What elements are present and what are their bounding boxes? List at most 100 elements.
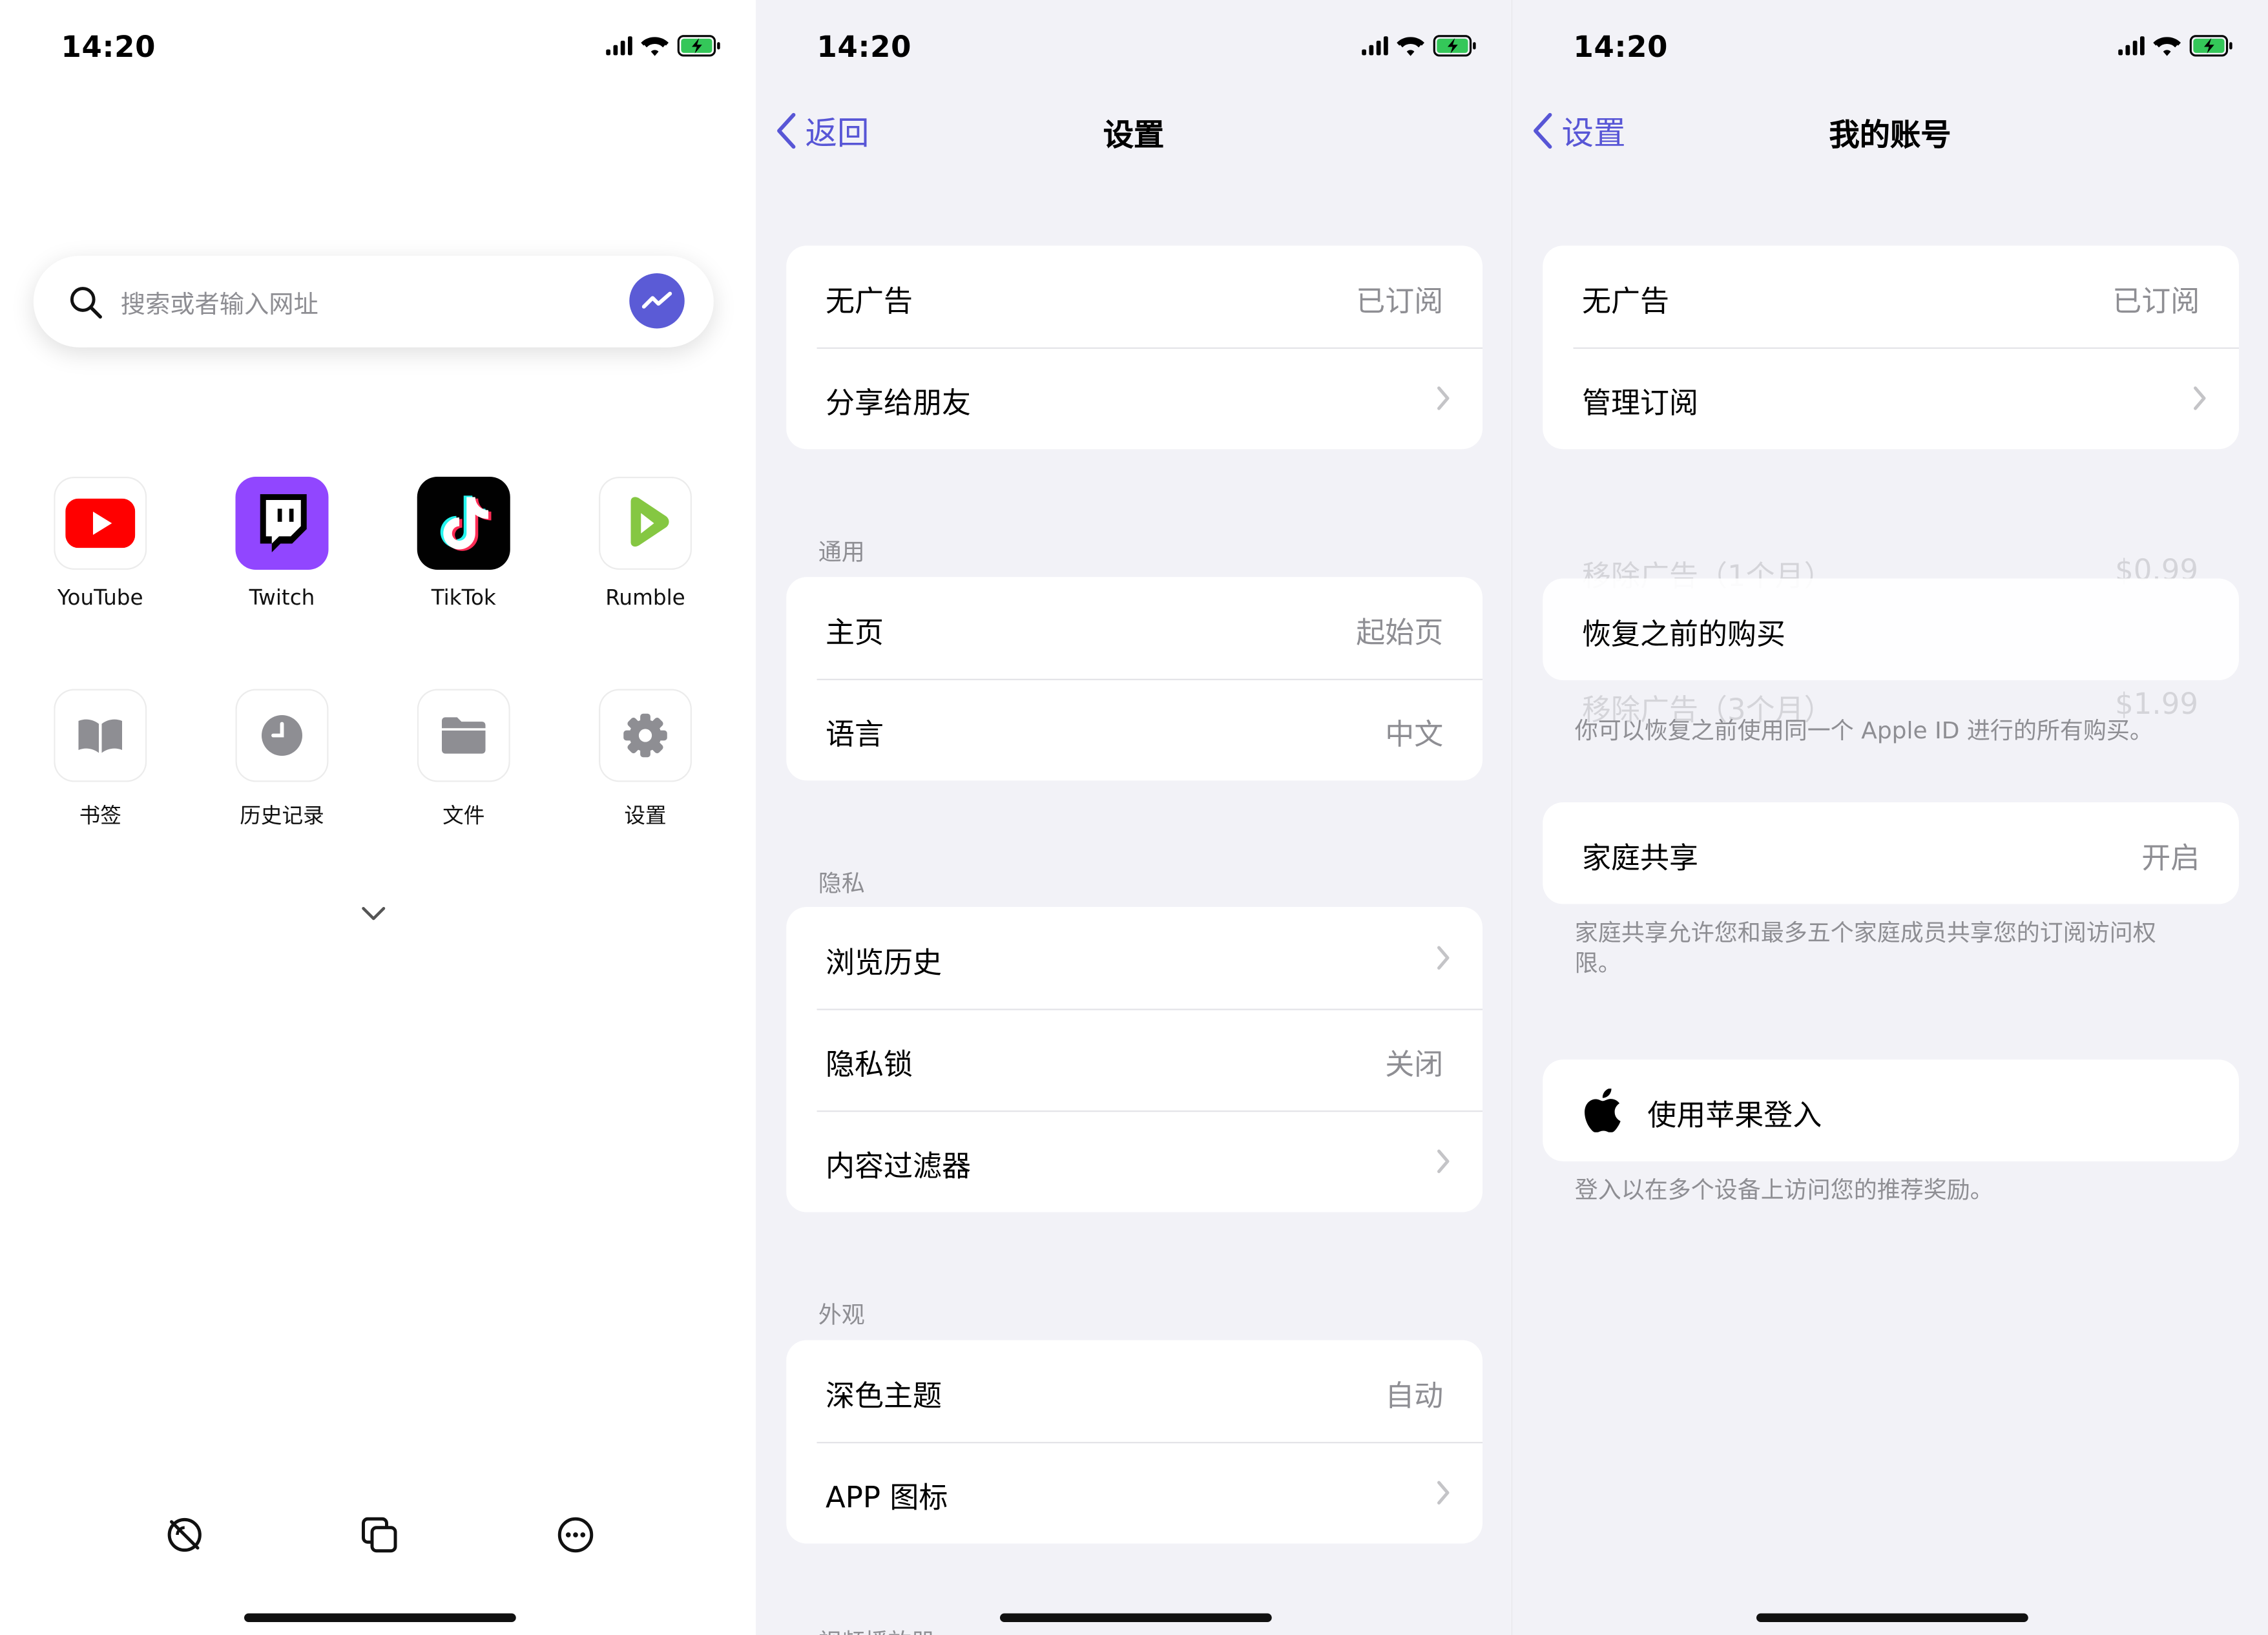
settings-row-content-filter[interactable]: 内容过滤器 xyxy=(786,1110,1483,1213)
row-value: 已订阅 xyxy=(1356,283,1444,318)
row-value: 关闭 xyxy=(1385,1047,1444,1081)
shortcut-label: TikTok xyxy=(431,587,496,610)
chevron-right-icon xyxy=(2194,386,2206,410)
chevron-right-icon xyxy=(1437,1481,1450,1505)
account-row-no-ads[interactable]: 无广告 已订阅 xyxy=(1543,245,2239,348)
settings-row-history[interactable]: 浏览历史 xyxy=(786,907,1483,1009)
settings-row-no-ads[interactable]: 无广告 已订阅 xyxy=(786,245,1483,348)
tool-files[interactable]: 文件 xyxy=(384,689,544,830)
tool-bookmarks[interactable]: 书签 xyxy=(21,689,181,830)
no-tracking-icon[interactable] xyxy=(164,1515,205,1556)
row-label: APP 图标 xyxy=(826,1479,948,1515)
battery-charging-icon xyxy=(677,35,720,57)
settings-row-app-icon[interactable]: APP 图标 xyxy=(786,1442,1483,1544)
search-icon xyxy=(70,287,102,319)
row-label: 无广告 xyxy=(826,283,913,318)
tiktok-icon xyxy=(417,477,510,570)
row-label: 浏览历史 xyxy=(826,944,942,980)
tool-history[interactable]: 历史记录 xyxy=(202,689,362,830)
search-bar[interactable]: 搜索或者输入网址 xyxy=(33,256,714,348)
account-row-restore-purchases[interactable]: 恢复之前的购买 xyxy=(1543,579,2239,681)
signal-icon xyxy=(606,36,632,56)
section-header-privacy: 隐私 xyxy=(818,869,865,897)
assistant-icon[interactable] xyxy=(629,273,685,329)
rumble-icon xyxy=(599,477,692,570)
chevron-down-icon[interactable] xyxy=(359,904,388,925)
youtube-icon xyxy=(54,477,147,570)
battery-charging-icon xyxy=(2189,35,2232,57)
chevron-right-icon xyxy=(1437,1149,1450,1173)
row-label: 隐私锁 xyxy=(826,1047,913,1081)
chevron-right-icon xyxy=(1437,946,1450,970)
row-label: 分享给朋友 xyxy=(826,385,971,421)
row-label: 使用苹果登入 xyxy=(1647,1097,1822,1132)
home-screen: 14:20 搜索或者输入网址 YouTube Twitch TikTok Rum… xyxy=(0,0,756,1635)
account-screen: 14:20 设置 我的账号 无广告 已订阅 管理订阅 移除广告（1个月） $0.… xyxy=(1512,0,2268,1635)
apple-signin-note: 登入以在多个设备上访问您的推荐奖励。 xyxy=(1574,1176,1993,1203)
subscription-card: 无广告 已订阅 管理订阅 xyxy=(1543,245,2239,450)
shortcut-tiktok[interactable]: TikTok xyxy=(384,477,544,610)
shortcut-label: Rumble xyxy=(605,587,685,610)
status-time: 14:20 xyxy=(61,29,156,64)
wifi-icon xyxy=(641,36,669,56)
account-row-manage-subscription[interactable]: 管理订阅 xyxy=(1543,347,2239,450)
home-indicator xyxy=(1000,1613,1272,1622)
wifi-icon xyxy=(2153,36,2181,56)
sign-in-with-apple-button[interactable]: 使用苹果登入 xyxy=(1543,1059,2239,1161)
section-header-video: 视频播放器 xyxy=(818,1622,935,1635)
row-label: 主页 xyxy=(826,614,884,650)
section-header-general: 通用 xyxy=(818,537,865,566)
shortcut-twitch[interactable]: Twitch xyxy=(202,477,362,610)
row-value: 已订阅 xyxy=(2112,283,2200,318)
row-label: 深色主题 xyxy=(826,1378,942,1413)
restore-card: 恢复之前的购买 xyxy=(1543,578,2239,681)
row-value: 开启 xyxy=(2141,840,2200,875)
settings-row-homepage[interactable]: 主页 起始页 xyxy=(786,577,1483,679)
folder-icon xyxy=(417,689,510,782)
book-icon xyxy=(54,689,147,782)
gear-icon xyxy=(599,689,692,782)
row-label: 家庭共享 xyxy=(1582,840,1698,875)
settings-row-privacy-lock[interactable]: 隐私锁 关闭 xyxy=(786,1008,1483,1111)
row-label: 恢复之前的购买 xyxy=(1582,616,1785,651)
settings-screen: 14:20 返回 设置 无广告 已订阅 分享给朋友 通用 主页 起始页 语言 中… xyxy=(756,0,1512,1635)
signal-icon xyxy=(1362,36,1388,56)
row-value: 自动 xyxy=(1385,1378,1444,1413)
tool-label: 文件 xyxy=(442,805,485,829)
status-time: 14:20 xyxy=(1573,29,1669,64)
home-indicator xyxy=(244,1613,516,1622)
privacy-card: 浏览历史 隐私锁 关闭 内容过滤器 xyxy=(786,907,1483,1213)
row-label: 无广告 xyxy=(1582,283,1669,318)
shortcut-youtube[interactable]: YouTube xyxy=(21,477,181,610)
tool-label: 历史记录 xyxy=(240,805,324,829)
chevron-right-icon xyxy=(1437,386,1450,410)
more-icon[interactable] xyxy=(556,1515,596,1556)
row-value: 中文 xyxy=(1385,716,1444,752)
restore-note: 你可以恢复之前使用同一个 Apple ID 进行的所有购买。 xyxy=(1574,716,2153,744)
search-input[interactable]: 搜索或者输入网址 xyxy=(121,284,318,320)
page-title: 我的账号 xyxy=(1829,118,1951,153)
tool-label: 书签 xyxy=(79,805,121,829)
status-icons xyxy=(606,35,721,57)
appearance-card: 深色主题 自动 APP 图标 xyxy=(786,1340,1483,1544)
shortcut-rumble[interactable]: Rumble xyxy=(565,477,725,610)
battery-charging-icon xyxy=(1433,35,1476,57)
settings-row-dark-theme[interactable]: 深色主题 自动 xyxy=(786,1340,1483,1442)
signal-icon xyxy=(2118,36,2145,56)
shortcut-label: Twitch xyxy=(249,587,315,610)
tool-label: 设置 xyxy=(624,805,667,829)
clock-icon xyxy=(235,689,329,782)
twitch-icon xyxy=(235,477,329,570)
tool-settings[interactable]: 设置 xyxy=(565,689,725,830)
general-card: 主页 起始页 语言 中文 xyxy=(786,577,1483,781)
settings-row-language[interactable]: 语言 中文 xyxy=(786,678,1483,781)
tabs-icon[interactable] xyxy=(359,1515,400,1556)
family-note: 家庭共享允许您和最多五个家庭成员共享您的订阅访问权限。 xyxy=(1574,919,2156,977)
status-icons xyxy=(1362,35,1477,57)
row-value: 起始页 xyxy=(1356,614,1444,650)
row-label: 内容过滤器 xyxy=(826,1148,971,1183)
account-row-family-sharing[interactable]: 家庭共享 开启 xyxy=(1543,802,2239,904)
settings-row-share[interactable]: 分享给朋友 xyxy=(786,347,1483,450)
home-indicator xyxy=(1756,1613,2028,1622)
subscription-card: 无广告 已订阅 分享给朋友 xyxy=(786,245,1483,450)
